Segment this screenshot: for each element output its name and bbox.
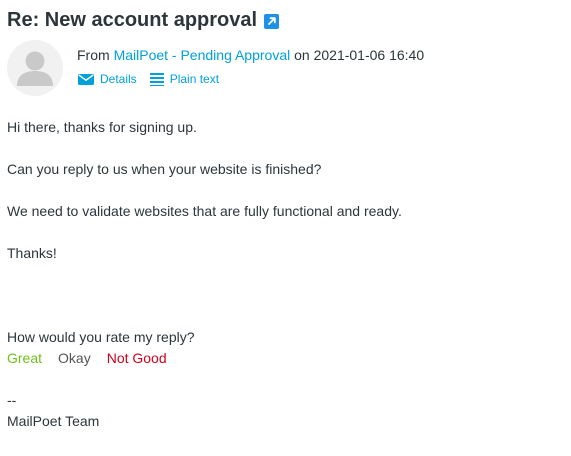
body-greeting: Hi there, thanks for signing up. [7, 119, 197, 135]
sender-link[interactable]: MailPoet - Pending Approval [114, 47, 291, 63]
plain-text-label: Plain text [169, 72, 220, 86]
message-subject: Re: New account approval [7, 9, 258, 31]
body-validation: We need to validate websites that are fu… [7, 203, 402, 219]
date-prefix: on [294, 47, 310, 63]
envelope-icon [78, 74, 94, 85]
plain-text-link[interactable]: Plain text [149, 70, 220, 88]
body-thanks: Thanks! [7, 245, 57, 261]
from-label: From [77, 47, 110, 63]
header-links: Details Plain text [78, 70, 219, 88]
message-date: 2021-01-06 16:40 [313, 47, 425, 63]
rating-okay-link[interactable]: Okay [58, 348, 91, 369]
details-link[interactable]: Details [78, 70, 137, 88]
sender-avatar [7, 40, 63, 96]
signature: MailPoet Team [7, 413, 100, 429]
subject-row: Re: New account approval [7, 6, 280, 34]
rating-prompt: How would you rate my reply? [7, 329, 195, 345]
lines-icon [149, 73, 164, 86]
rating-great-link[interactable]: Great [7, 348, 42, 369]
signature-separator: -- [7, 392, 17, 408]
rating-not-good-link[interactable]: Not Good [107, 348, 167, 369]
message-view: Re: New account approval From MailPoet -… [0, 0, 571, 456]
details-label: Details [100, 72, 137, 86]
user-avatar-icon [17, 51, 53, 86]
message-body: Hi there, thanks for signing up. Can you… [7, 117, 557, 432]
body-question: Can you reply to us when your website is… [7, 161, 322, 177]
external-link-icon[interactable] [264, 13, 280, 29]
rating-options: Great Okay Not Good [7, 348, 557, 369]
from-line: From MailPoet - Pending Approval on 2021… [77, 46, 424, 64]
